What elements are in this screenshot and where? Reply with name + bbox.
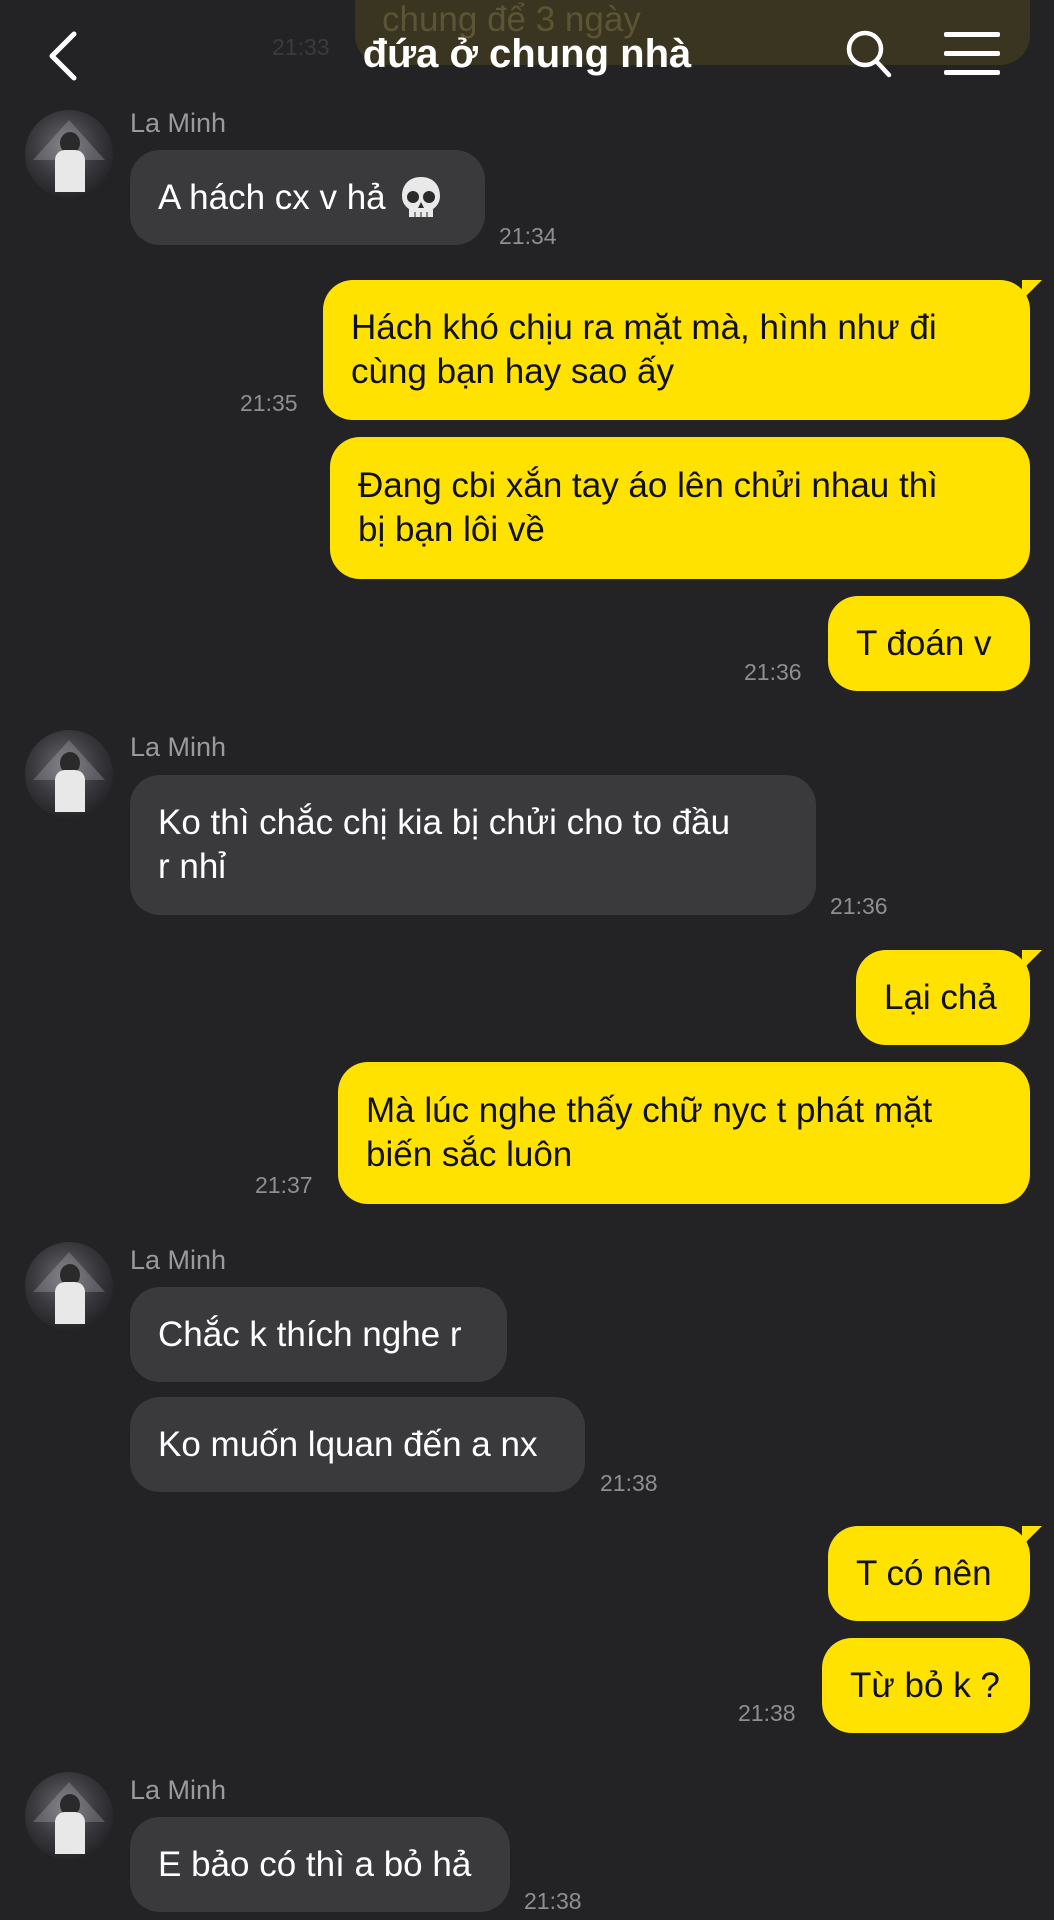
- message-text: Đang cbi xắn tay áo lên chửi nhau thì bị…: [358, 466, 938, 549]
- chat-header: chung để 3 ngày 21:33 đứa ở chung nhà: [0, 0, 1054, 108]
- menu-line-icon: [944, 51, 1000, 56]
- message-text: A hách cx v hả: [158, 177, 386, 217]
- bubble-tail-icon: [1022, 280, 1042, 300]
- avatar[interactable]: [25, 730, 113, 818]
- chat-title: đứa ở chung nhà: [362, 32, 692, 76]
- outgoing-message-bubble[interactable]: Lại chả: [856, 950, 1030, 1045]
- menu-button[interactable]: [944, 32, 1000, 76]
- message-text: Chắc k thích nghe r: [158, 1314, 462, 1354]
- message-time: 21:37: [255, 1172, 313, 1198]
- outgoing-message-bubble[interactable]: Đang cbi xắn tay áo lên chửi nhau thì bị…: [330, 437, 1030, 579]
- message-text: Ko thì chắc chị kia bị chửi cho to đầu r…: [158, 803, 731, 886]
- message-time: 21:38: [738, 1700, 796, 1726]
- outgoing-message-bubble[interactable]: Mà lúc nghe thấy chữ nyc t phát mặt biến…: [338, 1062, 1030, 1204]
- bubble-tail-icon: [1022, 1526, 1042, 1546]
- message-time: 21:34: [499, 223, 557, 249]
- avatar[interactable]: [25, 110, 113, 198]
- message-text: Từ bỏ k ?: [850, 1665, 1000, 1705]
- message-time: 21:36: [830, 893, 888, 919]
- message-text: Lại chả: [884, 977, 997, 1017]
- message-text: T có nên: [856, 1553, 992, 1593]
- sender-name: La Minh: [130, 1775, 227, 1805]
- outgoing-message-bubble[interactable]: Hách khó chịu ra mặt mà, hình như đi cùn…: [323, 280, 1030, 420]
- message-text: Ko muốn lquan đến a nx: [158, 1424, 538, 1464]
- bubble-tail-icon: [1022, 950, 1042, 970]
- sender-name: La Minh: [130, 108, 227, 138]
- message-time: 21:38: [524, 1888, 582, 1914]
- outgoing-message-bubble[interactable]: T đoán v: [828, 596, 1030, 691]
- message-text: T đoán v: [856, 623, 992, 663]
- chat-screen: chung để 3 ngày 21:33 đứa ở chung nhà La…: [0, 0, 1054, 1920]
- outgoing-message-bubble[interactable]: T có nên: [828, 1526, 1030, 1621]
- menu-line-icon: [944, 32, 1000, 37]
- message-text: Hách khó chịu ra mặt mà, hình như đi cùn…: [351, 308, 937, 391]
- message-text: Mà lúc nghe thấy chữ nyc t phát mặt biến…: [366, 1091, 933, 1174]
- avatar[interactable]: [25, 1242, 113, 1330]
- incoming-message-bubble[interactable]: Chắc k thích nghe r: [130, 1287, 507, 1382]
- search-button[interactable]: [844, 28, 894, 80]
- message-time: 21:35: [240, 390, 298, 416]
- message-time: 21:36: [744, 659, 802, 685]
- incoming-message-bubble[interactable]: Ko muốn lquan đến a nx: [130, 1397, 585, 1492]
- search-icon: [846, 30, 892, 78]
- menu-line-icon: [944, 70, 1000, 75]
- incoming-message-bubble[interactable]: A hách cx v hả: [130, 150, 485, 245]
- sender-name: La Minh: [130, 1245, 227, 1275]
- message-time: 21:38: [600, 1470, 658, 1496]
- incoming-message-bubble[interactable]: E bảo có thì a bỏ hả: [130, 1817, 510, 1912]
- message-text: E bảo có thì a bỏ hả: [158, 1844, 472, 1884]
- skull-emoji-icon: [400, 175, 442, 221]
- incoming-message-bubble[interactable]: Ko thì chắc chị kia bị chửi cho to đầu r…: [130, 775, 816, 915]
- avatar[interactable]: [25, 1772, 113, 1860]
- sender-name: La Minh: [130, 732, 227, 762]
- outgoing-message-bubble[interactable]: Từ bỏ k ?: [822, 1638, 1030, 1733]
